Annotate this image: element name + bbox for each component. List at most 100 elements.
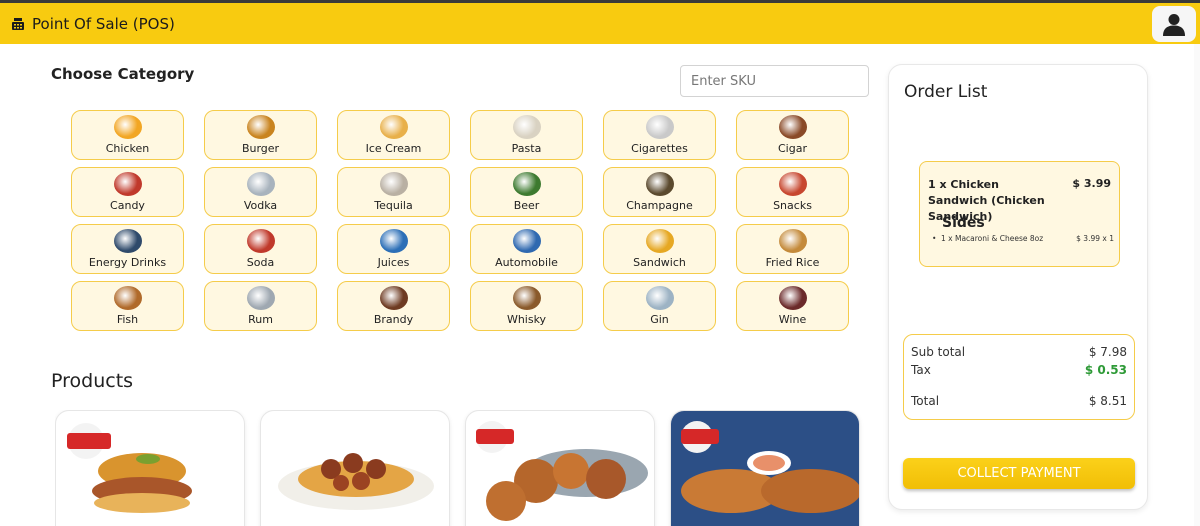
- whisky-icon: [512, 286, 541, 310]
- category-beer[interactable]: Beer: [470, 167, 583, 217]
- category-label: Wine: [778, 313, 807, 326]
- tequila-icon: [379, 172, 408, 196]
- category-label: Tequila: [374, 199, 413, 212]
- category-cigarettes[interactable]: Cigarettes: [603, 110, 716, 160]
- subtotal-label: Sub total: [911, 345, 966, 359]
- category-sandwich[interactable]: Sandwich: [603, 224, 716, 274]
- category-brandy[interactable]: Brandy: [337, 281, 450, 331]
- tax-row: Tax $ 0.53: [911, 363, 1127, 377]
- user-avatar-button[interactable]: [1152, 6, 1196, 42]
- category-label: Fish: [116, 313, 139, 326]
- chicken-sandwich-image: [67, 423, 192, 513]
- beer-icon: [512, 172, 541, 196]
- total-row: Total $ 8.51: [911, 394, 1127, 408]
- product-card-spaghetti-meatballs[interactable]: [260, 410, 450, 526]
- product-card-fried-chicken[interactable]: [465, 410, 655, 526]
- tax-label: Tax: [911, 363, 931, 377]
- product-card-chicken-tenders[interactable]: [670, 410, 860, 526]
- category-snacks[interactable]: Snacks: [736, 167, 849, 217]
- pasta-icon: [512, 115, 541, 139]
- ice-cream-icon: [379, 115, 408, 139]
- sku-search-input[interactable]: [680, 65, 869, 97]
- tax-value: $ 0.53: [1084, 363, 1127, 377]
- category-juices[interactable]: Juices: [337, 224, 450, 274]
- page-scrollbar[interactable]: [1194, 44, 1200, 526]
- total-label: Total: [911, 394, 940, 408]
- category-label: Chicken: [105, 142, 150, 155]
- cash-register-icon: [12, 18, 24, 30]
- order-item-price: $ 3.99: [1072, 177, 1111, 190]
- juices-icon: [379, 229, 408, 253]
- candy-icon: [113, 172, 142, 196]
- category-label: Burger: [241, 142, 280, 155]
- category-label: Cigarettes: [631, 142, 688, 155]
- order-totals: Sub total $ 7.98 Tax $ 0.53 Total $ 8.51: [903, 334, 1135, 420]
- order-panel: Order List 1 x Chicken Sandwich (Chicken…: [888, 64, 1148, 510]
- category-burger[interactable]: Burger: [204, 110, 317, 160]
- category-label: Snacks: [773, 199, 812, 212]
- category-label: Juices: [377, 256, 410, 269]
- rum-icon: [246, 286, 275, 310]
- category-label: Ice Cream: [365, 142, 422, 155]
- category-gin[interactable]: Gin: [603, 281, 716, 331]
- total-value: $ 8.51: [1088, 394, 1127, 408]
- burger-icon: [246, 115, 275, 139]
- category-label: Vodka: [243, 199, 278, 212]
- snacks-icon: [778, 172, 807, 196]
- champagne-icon: [645, 172, 674, 196]
- soda-icon: [246, 229, 275, 253]
- subtotal-value: $ 7.98: [1088, 345, 1127, 359]
- category-soda[interactable]: Soda: [204, 224, 317, 274]
- category-energy-drinks[interactable]: Energy Drinks: [71, 224, 184, 274]
- category-fish[interactable]: Fish: [71, 281, 184, 331]
- cigar-icon: [778, 115, 807, 139]
- gin-icon: [645, 286, 674, 310]
- category-label: Champagne: [626, 199, 693, 212]
- category-wine[interactable]: Wine: [736, 281, 849, 331]
- category-fried-rice[interactable]: Fried Rice: [736, 224, 849, 274]
- category-tequila[interactable]: Tequila: [337, 167, 450, 217]
- collect-payment-button[interactable]: COLLECT PAYMENT: [903, 458, 1135, 489]
- order-list-title: Order List: [904, 82, 988, 102]
- category-rum[interactable]: Rum: [204, 281, 317, 331]
- fried-rice-icon: [778, 229, 807, 253]
- top-bar: Point Of Sale (POS): [0, 0, 1200, 44]
- category-label: Candy: [110, 199, 145, 212]
- cigarettes-icon: [645, 115, 674, 139]
- sandwich-icon: [645, 229, 674, 253]
- fried-chicken-image: [476, 421, 648, 521]
- category-label: Cigar: [778, 142, 807, 155]
- order-item[interactable]: 1 x Chicken Sandwich (Chicken Sandwich) …: [919, 161, 1120, 267]
- user-icon: [1163, 14, 1185, 36]
- category-grid: Chicken Burger Ice Cream Pasta Cigarettes Cig…: [71, 110, 849, 331]
- category-ice-cream[interactable]: Ice Cream: [337, 110, 450, 160]
- category-cigar[interactable]: Cigar: [736, 110, 849, 160]
- category-label: Whisky: [506, 313, 547, 326]
- category-candy[interactable]: Candy: [71, 167, 184, 217]
- product-card-chicken-sandwich[interactable]: [55, 410, 245, 526]
- side-bullet: •: [932, 234, 937, 243]
- side-name: 1 x Macaroni & Cheese 8oz: [941, 234, 1044, 243]
- brandy-icon: [379, 286, 408, 310]
- category-whisky[interactable]: Whisky: [470, 281, 583, 331]
- subtotal-row: Sub total $ 7.98: [911, 345, 1127, 359]
- category-automobile[interactable]: Automobile: [470, 224, 583, 274]
- category-label: Soda: [246, 256, 275, 269]
- chicken-icon: [113, 115, 142, 139]
- category-label: Energy Drinks: [88, 256, 167, 269]
- category-label: Rum: [248, 313, 273, 326]
- category-label: Sandwich: [633, 256, 686, 269]
- energy-drinks-icon: [113, 229, 142, 253]
- vodka-icon: [246, 172, 275, 196]
- category-vodka[interactable]: Vodka: [204, 167, 317, 217]
- category-pasta[interactable]: Pasta: [470, 110, 583, 160]
- products-heading: Products: [51, 370, 134, 392]
- category-label: Pasta: [511, 142, 542, 155]
- side-price: $ 3.99 x 1: [1076, 234, 1114, 243]
- category-label: Beer: [513, 199, 540, 212]
- automobile-icon: [512, 229, 541, 253]
- category-champagne[interactable]: Champagne: [603, 167, 716, 217]
- category-chicken[interactable]: Chicken: [71, 110, 184, 160]
- spaghetti-image: [278, 453, 434, 510]
- category-label: Fried Rice: [765, 256, 820, 269]
